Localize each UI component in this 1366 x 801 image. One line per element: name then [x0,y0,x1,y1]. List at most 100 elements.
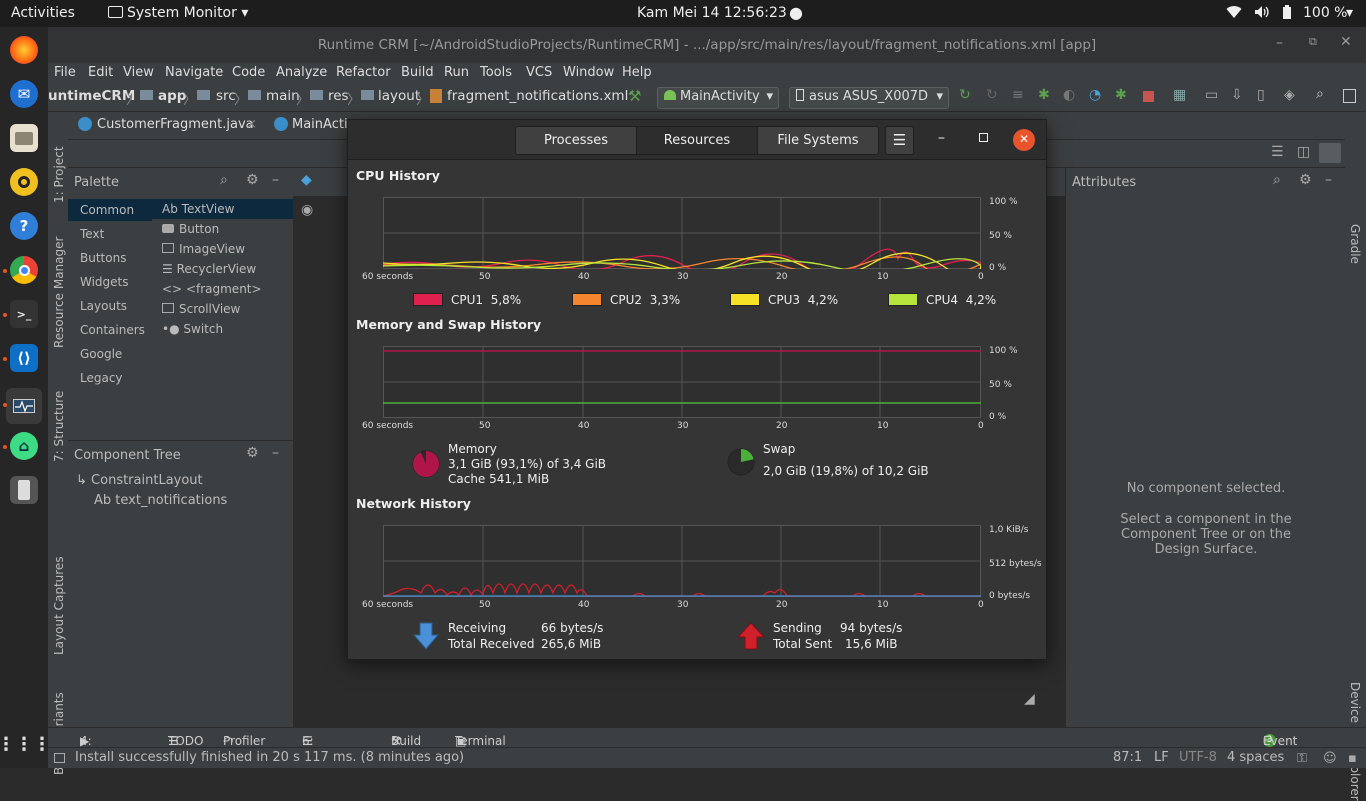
tab-close-icon[interactable]: × [246,117,257,132]
search-icon[interactable]: ⌕ [1273,172,1281,188]
caret-position[interactable]: 87:1 [1113,750,1142,765]
terminal-icon[interactable]: >_ [10,300,38,328]
cpu1-color-swatch[interactable] [413,293,443,306]
hamburger-menu-icon[interactable]: ☰ [885,126,914,155]
thunderbird-icon[interactable]: ✉ [10,80,38,108]
debug-icon[interactable]: ✱ [1038,87,1050,103]
menu-code[interactable]: Code [232,65,265,80]
menu-view[interactable]: View [123,65,154,80]
menu-build[interactable]: Build [401,65,434,80]
tab-resources[interactable]: Resources [636,126,758,155]
search-icon[interactable]: ⌕ [1316,86,1324,102]
rhythmbox-icon[interactable] [10,168,38,196]
menu-file[interactable]: File [54,65,76,80]
cpu3-color-swatch[interactable] [730,293,760,306]
design-layers-icon[interactable]: ◆ [301,172,312,188]
cpu4-color-swatch[interactable] [888,293,918,306]
palette-item-button[interactable]: Button [162,222,219,236]
minimize-icon[interactable]: – [938,130,945,146]
tab-main-activity[interactable]: MainActiv [292,117,355,132]
system-menu-chevron-icon[interactable]: ▾ [1346,5,1353,21]
sync-gradle-icon[interactable]: ▦ [1173,87,1186,103]
menu-analyze[interactable]: Analyze [276,65,327,80]
close-icon[interactable]: ✕ [1340,34,1352,50]
cpu2-color-swatch[interactable] [572,293,602,306]
receiving-arrow-icon[interactable] [413,622,439,650]
tree-root[interactable]: ↳ ConstraintLayout [76,473,203,488]
app-menu[interactable]: System Monitor ▾ [108,5,248,21]
wifi-icon[interactable] [1226,5,1242,23]
tool-gradle[interactable]: Gradle [1348,224,1362,264]
chrome-icon[interactable] [10,256,38,284]
settings-gear-icon[interactable]: ⚙ [246,172,259,188]
settings-gear-icon[interactable]: ⚙ [246,445,259,461]
category-widgets[interactable]: Widgets [80,275,129,289]
run-config-select[interactable]: MainActivity ▾ [657,87,779,109]
line-separator[interactable]: LF [1154,750,1169,765]
menu-navigate[interactable]: Navigate [165,65,223,80]
apply-code-changes-icon[interactable]: ↻ [986,87,998,103]
coverage-icon[interactable]: ◐ [1063,87,1075,103]
tab-file-systems[interactable]: File Systems [757,126,879,155]
settings-gear-icon[interactable]: ⚙ [1299,172,1312,188]
minimize-panel-icon[interactable]: – [1325,172,1332,188]
make-project-icon[interactable]: ⚒ [628,87,641,105]
inspector-icon[interactable]: ☺ [1323,751,1337,766]
device-select[interactable]: asus ASUS_X007D ▾ [789,87,949,109]
memory-indicator-icon[interactable]: ▪ [1348,751,1357,766]
breadcrumb-res[interactable]: res [328,88,349,104]
palette-item-scrollview[interactable]: ScrollView [162,302,240,316]
breadcrumb-layout[interactable]: layout [378,88,420,104]
resize-handle-icon[interactable]: ◢ [1024,691,1035,707]
profile-icon[interactable]: ◔ [1089,87,1101,103]
minimize-panel-icon[interactable]: – [272,445,279,461]
account-icon[interactable] [1343,89,1356,103]
sdk-manager-icon[interactable]: ⇩ [1231,87,1243,103]
device-icon[interactable] [10,476,38,504]
palette-item-textview[interactable]: Ab TextView [162,202,234,216]
breadcrumb-project[interactable]: untimeCRM [48,88,135,104]
category-containers[interactable]: Containers [80,323,145,337]
breadcrumb-file[interactable]: fragment_notifications.xml [447,88,628,104]
avd-manager-icon[interactable]: ▭ [1205,87,1218,103]
tab-customer-fragment[interactable]: CustomerFragment.java [97,117,254,132]
battery-icon[interactable] [1282,5,1292,24]
search-icon[interactable]: ⌕ [220,172,228,188]
indent-setting[interactable]: 4 spaces [1227,750,1284,765]
android-studio-icon[interactable]: ⌂ [10,432,38,460]
tree-child[interactable]: Ab text_notifications [94,493,227,508]
menu-help[interactable]: Help [622,65,652,80]
maximize-icon[interactable]: ⧉ [1309,35,1317,49]
palette-item-imageview[interactable]: ImageView [162,242,245,256]
swap-pie-icon[interactable] [726,447,756,477]
breadcrumb-main[interactable]: main [266,88,300,104]
stop-icon[interactable] [1143,91,1154,102]
files-icon[interactable] [10,124,38,152]
category-common[interactable]: Common [80,203,134,217]
menu-window[interactable]: Window [563,65,614,80]
activities-button[interactable]: Activities [11,5,75,21]
status-message[interactable]: Install successfully finished in 20 s 11… [75,750,464,765]
palette-item-fragment[interactable]: <> <fragment> [162,282,262,296]
close-icon[interactable]: ✕ [1013,129,1035,151]
menu-edit[interactable]: Edit [88,65,113,80]
apply-changes-icon[interactable]: ↻ [959,87,971,103]
menu-vcs[interactable]: VCS [526,65,552,80]
volume-icon[interactable] [1254,5,1270,23]
vscode-icon[interactable]: ⟨⟩ [10,344,38,372]
category-text[interactable]: Text [80,227,104,241]
menu-refactor[interactable]: Refactor [336,65,391,80]
eye-icon[interactable]: ◉ [301,202,313,218]
tool-structure[interactable]: 7: Structure [52,391,66,462]
tab-processes[interactable]: Processes [515,126,637,155]
status-toggle-icon[interactable] [54,753,65,763]
tool-project[interactable]: 1: Project [52,146,66,203]
clock[interactable]: Kam Mei 14 12:56:23 [637,5,787,21]
design-view-button[interactable] [1319,143,1341,163]
tool-resource-manager[interactable]: Resource Manager [52,237,66,348]
minimize-icon[interactable]: – [1276,35,1283,51]
split-view-icon[interactable]: ◫ [1297,144,1310,160]
palette-item-recyclerview[interactable]: ☰ RecyclerView [162,262,256,276]
menu-tools[interactable]: Tools [480,65,512,80]
sending-arrow-icon[interactable] [737,622,765,650]
